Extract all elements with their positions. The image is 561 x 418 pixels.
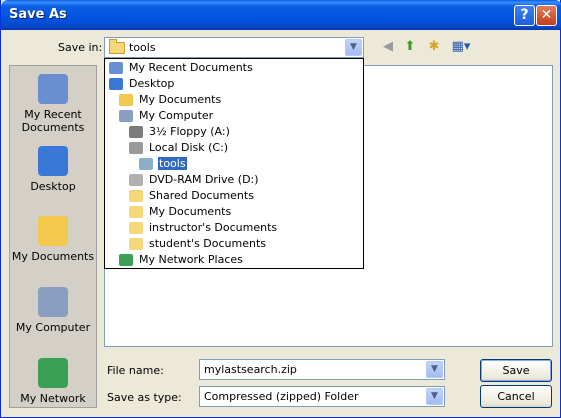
my-network-icon <box>38 358 68 388</box>
chevron-down-icon[interactable]: ▼ <box>426 388 443 405</box>
dropdown-item[interactable]: My Computer <box>119 108 214 124</box>
chevron-down-icon[interactable]: ▼ <box>426 361 443 378</box>
save-as-type-label: Save as type: <box>107 391 182 404</box>
dropdown-item[interactable]: My Network Places <box>119 252 244 268</box>
folder-icon <box>129 206 143 218</box>
save-in-value: tools <box>129 41 156 54</box>
place-my-documents[interactable]: My Documents <box>10 216 96 263</box>
my-documents-icon <box>119 94 133 106</box>
dropdown-item-label: My Network Places <box>139 253 243 266</box>
dropdown-item[interactable]: Desktop <box>109 76 175 92</box>
save-button[interactable]: Save <box>480 359 552 382</box>
place-label: Desktop <box>30 180 76 193</box>
my-computer-icon <box>38 287 68 317</box>
hard-disk-icon <box>129 142 143 154</box>
folder-icon <box>129 190 143 202</box>
network-places-icon <box>119 254 133 266</box>
chevron-down-icon[interactable]: ▼ <box>345 39 362 56</box>
close-button[interactable]: ✕ <box>536 5 557 26</box>
my-documents-icon <box>38 216 68 246</box>
dropdown-item[interactable]: My Documents <box>119 92 222 108</box>
place-label: My Recent Documents <box>21 108 85 134</box>
dropdown-item[interactable]: My Recent Documents <box>109 60 254 76</box>
folder-icon <box>129 222 143 234</box>
file-name-label: File name: <box>107 364 164 377</box>
dropdown-item-label: Desktop <box>129 77 175 90</box>
dropdown-item-label: My Documents <box>149 205 232 218</box>
cancel-button[interactable]: Cancel <box>480 385 552 408</box>
dropdown-item-label: Shared Documents <box>149 189 254 202</box>
dropdown-item[interactable]: instructor's Documents <box>129 220 278 236</box>
file-name-input[interactable]: mylastsearch.zip ▼ <box>199 359 445 380</box>
floppy-drive-icon <box>129 126 143 138</box>
open-folder-icon <box>139 158 153 170</box>
dropdown-item-label: instructor's Documents <box>149 221 278 234</box>
place-recent-documents[interactable]: My Recent Documents <box>10 74 96 134</box>
dropdown-item[interactable]: DVD-RAM Drive (D:) <box>129 172 260 188</box>
dropdown-item[interactable]: Shared Documents <box>129 188 255 204</box>
place-my-computer[interactable]: My Computer <box>10 287 96 334</box>
place-my-network[interactable]: My Network <box>10 358 96 405</box>
dropdown-item[interactable]: My Documents <box>129 204 232 220</box>
folder-icon <box>129 238 143 250</box>
save-in-dropdown-list: My Recent Documents Desktop My Documents… <box>104 58 364 269</box>
save-in-label: Save in: <box>58 41 103 54</box>
window-title: Save As <box>9 7 67 22</box>
title-bar[interactable]: Save As ? ✕ <box>1 0 561 30</box>
dropdown-item-label: My Recent Documents <box>129 61 253 74</box>
save-as-type-select[interactable]: Compressed (zipped) Folder ▼ <box>199 386 445 407</box>
dropdown-item-label: My Computer <box>139 109 214 122</box>
new-folder-icon[interactable]: ✱ <box>425 38 443 56</box>
place-label: My Computer <box>15 321 91 334</box>
desktop-icon <box>38 146 68 176</box>
my-computer-icon <box>119 110 133 122</box>
file-name-value: mylastsearch.zip <box>204 363 297 376</box>
dvd-drive-icon <box>129 174 143 186</box>
desktop-icon <box>109 78 123 90</box>
recent-documents-icon <box>38 74 68 104</box>
up-folder-icon[interactable]: ⬆ <box>401 38 419 56</box>
save-as-dialog: Save As ? ✕ Save in: tools ▼ ◀ ⬆ ✱ ▦▾ My… <box>0 0 561 418</box>
dropdown-item-label: 3½ Floppy (A:) <box>149 125 230 138</box>
place-label: My Documents <box>11 250 95 263</box>
dropdown-item[interactable]: Local Disk (C:) <box>129 140 229 156</box>
dropdown-item-label: DVD-RAM Drive (D:) <box>149 173 259 186</box>
folder-icon <box>109 39 125 54</box>
dropdown-item-label: tools <box>158 157 187 170</box>
save-in-combobox[interactable]: tools ▼ <box>104 37 364 58</box>
views-menu-icon[interactable]: ▦▾ <box>449 38 473 56</box>
places-bar: My Recent Documents Desktop My Documents… <box>9 65 97 408</box>
back-arrow-icon[interactable]: ◀ <box>379 38 397 56</box>
recent-documents-icon <box>109 62 123 74</box>
dropdown-item-label: student's Documents <box>149 237 267 250</box>
dropdown-item[interactable]: 3½ Floppy (A:) <box>129 124 231 140</box>
place-desktop[interactable]: Desktop <box>10 146 96 193</box>
dropdown-item-label: Local Disk (C:) <box>149 141 229 154</box>
dropdown-item-label: My Documents <box>139 93 222 106</box>
dropdown-item[interactable]: student's Documents <box>129 236 267 252</box>
help-button[interactable]: ? <box>514 5 535 26</box>
dropdown-item-selected[interactable]: tools <box>139 156 187 172</box>
save-as-type-value: Compressed (zipped) Folder <box>204 390 359 403</box>
place-label: My Network <box>20 392 86 405</box>
